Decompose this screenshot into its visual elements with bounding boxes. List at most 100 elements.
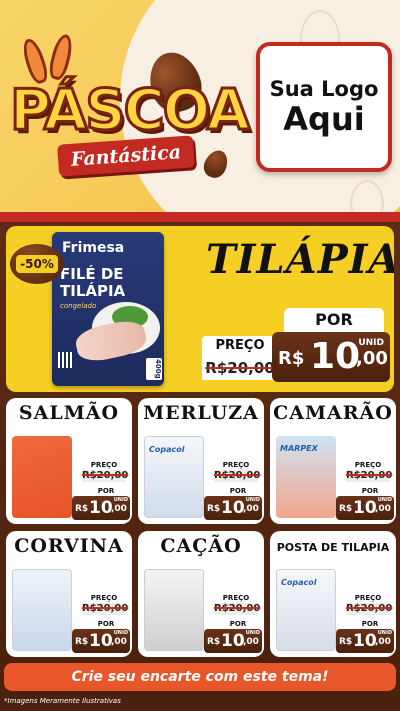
price-integer: 10 — [89, 498, 113, 518]
fish-fillet-icon — [73, 317, 149, 365]
product-image: Copacol — [276, 569, 336, 651]
package-name: FILÉ DE TILÁPIA — [60, 265, 126, 300]
preco-label: PREÇO — [346, 593, 390, 603]
old-price: R$20,00 — [82, 603, 129, 615]
price-decimal: ,00 — [375, 504, 391, 514]
price-integer: 10 — [221, 498, 245, 518]
old-price: R$20,00 — [346, 603, 393, 615]
price-integer: 10 — [353, 498, 377, 518]
product-name: CAMARÃO — [273, 402, 393, 424]
product-image: MARPEX — [276, 436, 336, 518]
preco-label: PREÇO — [214, 460, 258, 470]
price-decimal: ,00 — [111, 637, 127, 647]
por-label: POR — [361, 620, 379, 628]
old-price: R$20,00 — [346, 470, 393, 482]
discount-text: -50% — [16, 255, 58, 273]
price-currency: R$ — [339, 637, 353, 647]
preco-label: PREÇO — [202, 336, 278, 356]
preco-label: PREÇO — [82, 593, 126, 603]
page-title: PÁSCOA — [8, 77, 251, 145]
price-currency: R$ — [207, 504, 221, 514]
price-decimal: ,00 — [375, 637, 391, 647]
new-price: R$ 10,00 UNID — [336, 496, 394, 520]
featured-offer-card[interactable]: Frimesa FILÉ DE TILÁPIA congelado 400g -… — [6, 226, 394, 392]
header-divider — [0, 212, 400, 222]
price-currency: R$ — [278, 348, 305, 369]
product-image: Copacol — [144, 436, 204, 518]
price-integer: 10 — [310, 336, 361, 377]
product-card[interactable]: CORVINA PREÇO R$20,00 POR R$ 10,00 UNID — [6, 531, 132, 657]
new-price: R$ 10,00 UNID — [72, 629, 130, 653]
qr-code-icon — [58, 352, 74, 368]
preco-label: PREÇO — [214, 593, 258, 603]
old-price-value: R$20,00 — [346, 470, 393, 481]
old-price: R$20,00 — [214, 603, 261, 615]
por-label: POR — [229, 487, 247, 495]
new-price: R$ 10,00 UNID — [204, 629, 262, 653]
product-image — [144, 569, 204, 651]
product-name: MERLUZA — [143, 402, 259, 424]
price-unit: UNID — [113, 497, 128, 503]
por-label: POR — [284, 308, 384, 332]
disclaimer: *Imagens Meramente Ilustrativas — [4, 697, 121, 705]
old-price: R$20,00 — [214, 470, 261, 482]
price-decimal: ,00 — [243, 637, 259, 647]
old-price-value: R$20,00 — [214, 470, 261, 481]
old-price-value: R$20,00 — [214, 603, 261, 614]
price-integer: 10 — [353, 631, 377, 651]
package-weight: 400g — [146, 358, 162, 380]
price-decimal: ,00 — [243, 504, 259, 514]
por-label: POR — [361, 487, 379, 495]
package-brand-label: Copacol — [281, 578, 317, 587]
package-sub: congelado — [60, 302, 97, 310]
preco-label: PREÇO — [346, 460, 390, 470]
product-card[interactable]: MERLUZA Copacol PREÇO R$20,00 POR R$ 10,00 UNID — [138, 398, 264, 524]
new-price: R$ 10 ,00 UNID — [272, 332, 390, 382]
price-currency: R$ — [75, 504, 89, 514]
logo-placeholder[interactable]: Sua Logo Aqui — [256, 42, 392, 172]
package-brand-label: Copacol — [149, 445, 185, 454]
product-card[interactable]: POSTA DE TILAPIA Copacol PREÇO R$20,00 POR R$… — [270, 531, 396, 657]
new-price: R$ 10,00 UNID — [204, 496, 262, 520]
price-unit: UNID — [358, 338, 384, 348]
product-image — [12, 436, 72, 518]
por-label: POR — [97, 487, 115, 495]
cta-banner[interactable]: Crie seu encarte com este tema! — [4, 663, 396, 691]
price-integer: 10 — [221, 631, 245, 651]
price-currency: R$ — [207, 637, 221, 647]
package-brand: Frimesa — [62, 240, 125, 256]
old-price-value: R$20,00 — [205, 359, 275, 377]
new-price: R$ 10,00 UNID — [72, 496, 130, 520]
product-name: POSTA DE TILAPIA — [276, 541, 390, 554]
price-unit: UNID — [113, 630, 128, 636]
header-banner: PÁSCOA Fantástica Sua Logo Aqui — [0, 0, 400, 212]
product-card[interactable]: CAÇÃO PREÇO R$20,00 POR R$ 10,00 UNID — [138, 531, 264, 657]
new-price: R$ 10,00 UNID — [336, 629, 394, 653]
por-label: POR — [229, 620, 247, 628]
logo-text-line1: Sua Logo — [269, 77, 379, 101]
product-name: CAÇÃO — [160, 535, 242, 557]
product-name: SALMÃO — [18, 402, 120, 424]
price-integer: 10 — [89, 631, 113, 651]
preco-label: PREÇO — [82, 460, 126, 470]
old-price: R$20,00 — [82, 470, 129, 482]
price-unit: UNID — [377, 497, 392, 503]
price-decimal: ,00 — [356, 348, 388, 369]
tilapia-package-image: Frimesa FILÉ DE TILÁPIA congelado 400g — [52, 232, 164, 386]
price-decimal: ,00 — [111, 504, 127, 514]
package-brand-label: MARPEX — [280, 444, 318, 453]
featured-product-name: TILÁPIA — [206, 236, 394, 283]
old-price-value: R$20,00 — [82, 470, 129, 481]
price-currency: R$ — [339, 504, 353, 514]
old-price-value: R$20,00 — [82, 603, 129, 614]
price-unit: UNID — [245, 630, 260, 636]
por-label: POR — [97, 620, 115, 628]
product-card[interactable]: SALMÃO PREÇO R$20,00 POR R$ 10,00 UNID — [6, 398, 132, 524]
product-image — [12, 569, 72, 651]
product-name: CORVINA — [14, 535, 124, 557]
product-card[interactable]: CAMARÃO MARPEX PREÇO R$20,00 POR R$ 10,00 UNID — [270, 398, 396, 524]
old-price-value: R$20,00 — [346, 603, 393, 614]
discount-badge: -50% — [10, 244, 64, 284]
logo-text-line2: Aqui — [283, 100, 365, 138]
price-unit: UNID — [377, 630, 392, 636]
